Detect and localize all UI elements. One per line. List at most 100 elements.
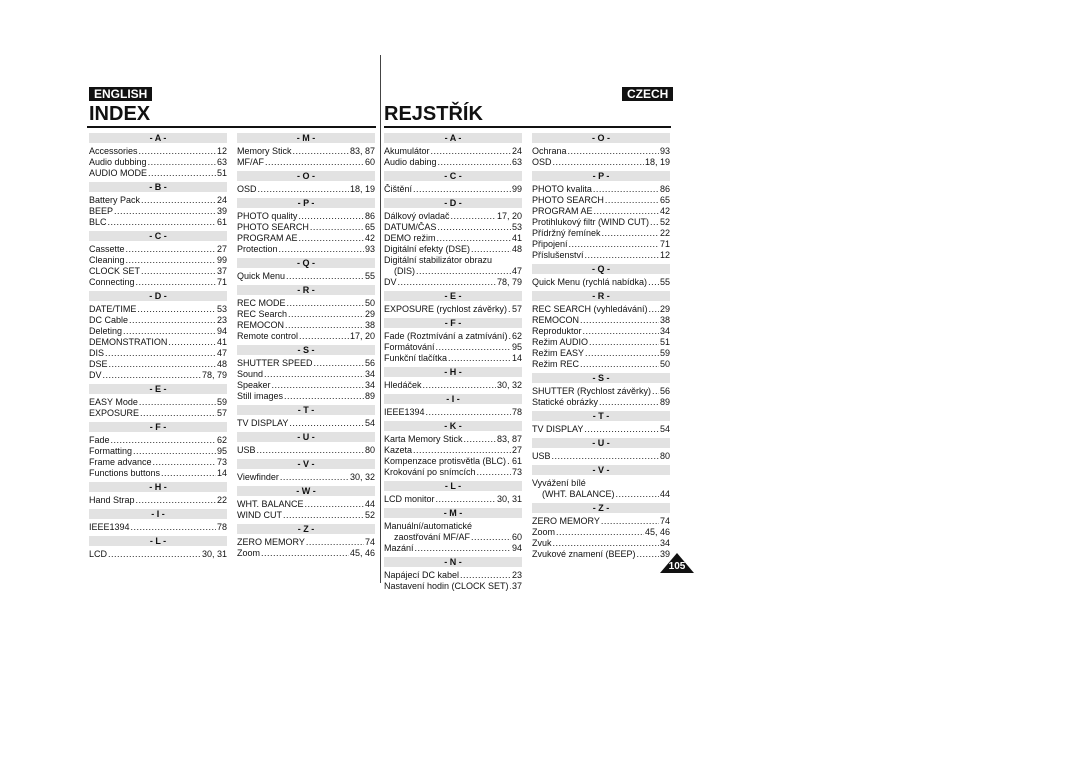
entry-page-number: 89 [659,397,670,407]
entry-label: IEEE1394 [384,407,425,417]
entry-label: Ochrana [532,146,567,156]
entry-label: Memory Stick [237,146,292,156]
index-entry: Připojení 71 [532,239,670,250]
entry-label: REC MODE [237,298,286,308]
index-entry: Sound 34 [237,369,375,380]
dot-leader [602,228,659,239]
index-section: - R -REC MODE50REC Search29REMOCON38Remo… [237,285,375,342]
entry-page-number: 22 [659,228,670,238]
dot-leader [471,244,511,255]
dot-leader [553,157,644,168]
section-letter-header: - T - [237,405,375,415]
index-entry: ZERO MEMORY 74 [237,537,375,548]
index-entry: Fade (Roztmívání a zatmívání)62 [384,331,522,342]
entry-label: MF/AF [237,157,264,167]
dot-leader [594,206,659,217]
index-entry: Memory Stick 83, 87 [237,146,375,157]
index-entry: TV DISPLAY 54 [532,424,670,435]
index-entry: CLOCK SET 37 [89,266,227,277]
dot-leader [299,233,364,244]
index-section: - T - TV DISPLAY 54 [237,405,375,429]
index-entry: Still images 89 [237,391,375,402]
index-entry: LCD monitor 30, 31 [384,494,522,505]
entry-label: (WHT. BALANCE) [542,489,615,499]
index-entry: DC Cable 23 [89,315,227,326]
entry-page-number: 51 [659,337,670,347]
index-entry: Mazání 94 [384,543,522,554]
entry-page-number: 80 [364,445,375,455]
index-entry: DATUM/ČAS 53 [384,222,522,233]
entry-label: Digitální stabilizátor obrazu [384,255,493,265]
dot-leader [648,277,659,288]
entry-page-number: 60 [364,157,375,167]
dot-leader [585,250,659,261]
index-section: - Z - ZERO MEMORY 74 Zoom 45, 46 [237,524,375,559]
index-entry: Connecting 71 [89,277,227,288]
entry-label: Audio dubbing [89,157,147,167]
entry-label: Cassette [89,244,125,254]
page-number-badge: 105 [660,553,694,573]
entry-label: LCD monitor [384,494,435,504]
dot-leader [103,370,201,381]
dot-leader [652,386,659,397]
title-rule-czech [384,126,671,128]
dot-leader [148,157,216,168]
page-divider [380,55,381,583]
entry-label: OSD [532,157,552,167]
index-entry: Formatting 95 [89,446,227,457]
section-letter-header: - Q - [532,264,670,274]
entry-page-number: 78, 79 [201,370,227,380]
dot-leader [108,217,216,228]
dot-leader [601,516,659,527]
entry-label: Digitální efekty (DSE) [384,244,471,254]
dot-leader [616,489,659,500]
index-entry: Zoom 45, 46 [237,548,375,559]
index-entry: Quick Menu (rychlá nabídka) 55 [532,277,670,288]
index-entry: Hand Strap 22 [89,495,227,506]
dot-leader [280,472,349,483]
entry-page-number: 23 [511,570,522,580]
index-column-4: - O - Ochrana 93 OSD 18, 19 - P - PHOTO kvalit… [532,133,670,560]
index-entry: DEMONSTRATION 41 [89,337,227,348]
entry-label: Accessories [89,146,138,156]
entry-label: Quick Menu [237,271,286,281]
dot-leader [283,510,364,521]
index-section: - S -SHUTTER SPEED56Sound34Speaker34Stil… [237,345,375,402]
dot-leader [438,157,511,168]
index-entry: Čištění 99 [384,184,522,195]
entry-page-number: 27 [216,244,227,254]
dot-leader [265,157,364,168]
index-section: - E - EASY Mode 59 EXPOSURE 57 [89,384,227,419]
index-section: - A - Akumulátor 24 Audio dabing 63 [384,133,522,168]
section-letter-header: - U - [532,438,670,448]
entry-label: Formátování [384,342,435,352]
entry-label: Funkční tlačítka [384,353,448,363]
dot-leader [293,146,349,157]
index-entry: Napájecí DC kabel 23 [384,570,522,581]
index-section: - F -Fade (Roztmívání a zatmívání)62Form… [384,318,522,364]
dot-leader [509,331,511,342]
section-letter-header: - E - [89,384,227,394]
entry-page-number: 54 [659,424,670,434]
entry-page-number: 65 [659,195,670,205]
entry-label: ZERO MEMORY [532,516,600,526]
entry-label: PHOTO SEARCH [532,195,604,205]
entry-page-number: 48 [216,359,227,369]
entry-label: EASY Mode [89,397,138,407]
dot-leader [279,244,364,255]
index-section: - P -PHOTO kvalita86PHOTO SEARCH65PROGRA… [532,171,670,261]
dot-leader [398,277,496,288]
dot-leader [137,304,216,315]
index-column-2: - M - Memory Stick 83, 87 MF/AF 60 - O - OSD 18… [237,133,375,559]
entry-page-number: 12 [659,250,670,260]
index-section: - L - LCD 30, 31 [89,536,227,560]
entry-label: USB [532,451,551,461]
entry-page-number: 30, 32 [349,472,375,482]
index-section: - W - WHT. BALANCE 44 WIND CUT 52 [237,486,375,521]
section-letter-header: - Z - [237,524,375,534]
entry-page-number: 41 [216,337,227,347]
index-entry: IEEE1394 78 [384,407,522,418]
section-letter-header: - T - [532,411,670,421]
entry-page-number: 24 [216,195,227,205]
dot-leader [413,445,511,456]
